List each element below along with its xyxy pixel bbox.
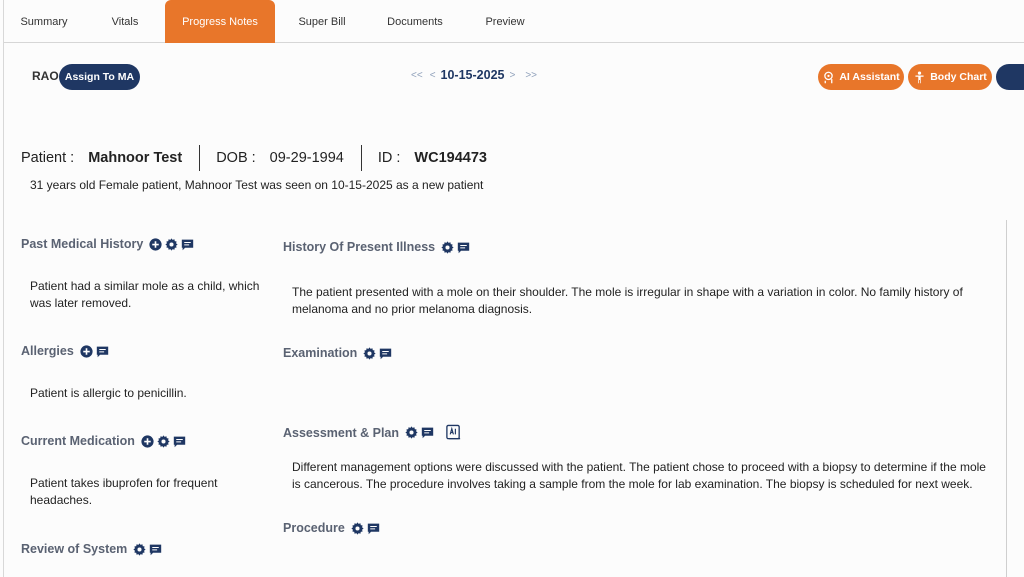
gear-icon[interactable] bbox=[441, 240, 454, 254]
assessment-plan-header: Assessment & Plan bbox=[283, 424, 462, 441]
gear-icon[interactable] bbox=[133, 542, 146, 556]
add-icon[interactable] bbox=[80, 344, 93, 358]
assign-to-ma-button[interactable]: Assign To MA bbox=[59, 64, 140, 90]
prev-date-button[interactable]: < bbox=[430, 70, 436, 81]
last-date-button[interactable]: >> bbox=[525, 70, 537, 81]
date-navigator: << < 10-15-2025 > >> bbox=[411, 68, 537, 82]
id-label: ID : bbox=[377, 150, 401, 166]
patient-dob: 09-29-1994 bbox=[269, 150, 344, 166]
patient-id: WC194473 bbox=[414, 150, 487, 166]
allergies-text: Patient is allergic to penicillin. bbox=[30, 386, 187, 400]
left-border bbox=[3, 0, 4, 577]
review-of-system-header: Review of System bbox=[21, 542, 162, 556]
allergies-title: Allergies bbox=[21, 344, 74, 358]
gear-icon[interactable] bbox=[157, 434, 170, 448]
content-right-border bbox=[1006, 220, 1007, 577]
past-medical-history-title: Past Medical History bbox=[21, 237, 144, 251]
tab-bar: Summary Vitals Progress Notes Super Bill… bbox=[4, 0, 1024, 43]
next-date-button[interactable]: > bbox=[509, 70, 515, 81]
comment-icon[interactable] bbox=[181, 238, 194, 251]
gear-icon[interactable] bbox=[165, 237, 178, 251]
add-icon[interactable] bbox=[149, 237, 162, 251]
tab-summary[interactable]: Summary bbox=[8, 0, 80, 43]
visit-date[interactable]: 10-15-2025 bbox=[441, 68, 505, 82]
ai-assistant-label: AI Assistant bbox=[839, 71, 900, 83]
current-medication-title: Current Medication bbox=[21, 434, 135, 448]
allergies-header: Allergies bbox=[21, 344, 109, 358]
gear-icon[interactable] bbox=[351, 521, 364, 535]
assessment-plan-text: Different management options were discus… bbox=[292, 460, 986, 491]
comment-icon[interactable] bbox=[173, 435, 186, 448]
person-icon bbox=[915, 70, 924, 83]
comment-icon[interactable] bbox=[149, 543, 162, 556]
procedure-header: Procedure bbox=[283, 521, 380, 535]
ai-book-icon[interactable] bbox=[445, 424, 462, 441]
procedure-title: Procedure bbox=[283, 521, 345, 535]
tab-super-bill[interactable]: Super Bill bbox=[286, 0, 358, 43]
ai-head-icon bbox=[824, 71, 834, 83]
first-date-button[interactable]: << bbox=[411, 70, 423, 81]
divider bbox=[360, 145, 362, 171]
comment-icon[interactable] bbox=[457, 241, 470, 254]
tab-documents[interactable]: Documents bbox=[374, 0, 456, 43]
body-chart-label: Body Chart bbox=[930, 71, 987, 83]
tab-progress-notes[interactable]: Progress Notes bbox=[165, 0, 275, 43]
add-icon[interactable] bbox=[141, 434, 154, 448]
gear-icon[interactable] bbox=[405, 426, 418, 439]
current-medication-text: Patient takes ibuprofen for frequent hea… bbox=[30, 476, 218, 507]
review-of-system-title: Review of System bbox=[21, 542, 128, 556]
divider bbox=[199, 145, 201, 171]
comment-icon[interactable] bbox=[367, 522, 380, 535]
comment-icon[interactable] bbox=[96, 345, 109, 358]
history-present-illness-title: History Of Present Illness bbox=[283, 240, 436, 254]
tab-preview[interactable]: Preview bbox=[474, 0, 536, 43]
patient-label: Patient : bbox=[21, 150, 75, 166]
dob-label: DOB : bbox=[216, 150, 256, 166]
past-medical-history-header: Past Medical History bbox=[21, 237, 194, 251]
patient-summary: 31 years old Female patient, Mahnoor Tes… bbox=[30, 178, 484, 192]
ai-assistant-button[interactable]: AI Assistant bbox=[818, 64, 904, 90]
examination-header: Examination bbox=[283, 346, 392, 360]
provider-initials: RAO bbox=[32, 69, 59, 83]
tab-vitals[interactable]: Vitals bbox=[92, 0, 158, 43]
history-present-illness-text: The patient presented with a mole on the… bbox=[292, 285, 963, 316]
body-chart-button[interactable]: Body Chart bbox=[908, 64, 992, 90]
history-present-illness-header: History Of Present Illness bbox=[283, 240, 470, 254]
comment-icon[interactable] bbox=[421, 426, 434, 439]
overflow-button[interactable] bbox=[996, 64, 1024, 90]
assessment-plan-title: Assessment & Plan bbox=[283, 425, 400, 440]
past-medical-history-text: Patient had a similar mole as a child, w… bbox=[30, 279, 260, 310]
examination-title: Examination bbox=[283, 346, 358, 360]
patient-info-bar: Patient : Mahnoor Test DOB : 09-29-1994 … bbox=[21, 145, 487, 171]
gear-icon[interactable] bbox=[363, 346, 376, 360]
comment-icon[interactable] bbox=[379, 347, 392, 360]
current-medication-header: Current Medication bbox=[21, 434, 186, 448]
patient-name: Mahnoor Test bbox=[88, 150, 183, 166]
